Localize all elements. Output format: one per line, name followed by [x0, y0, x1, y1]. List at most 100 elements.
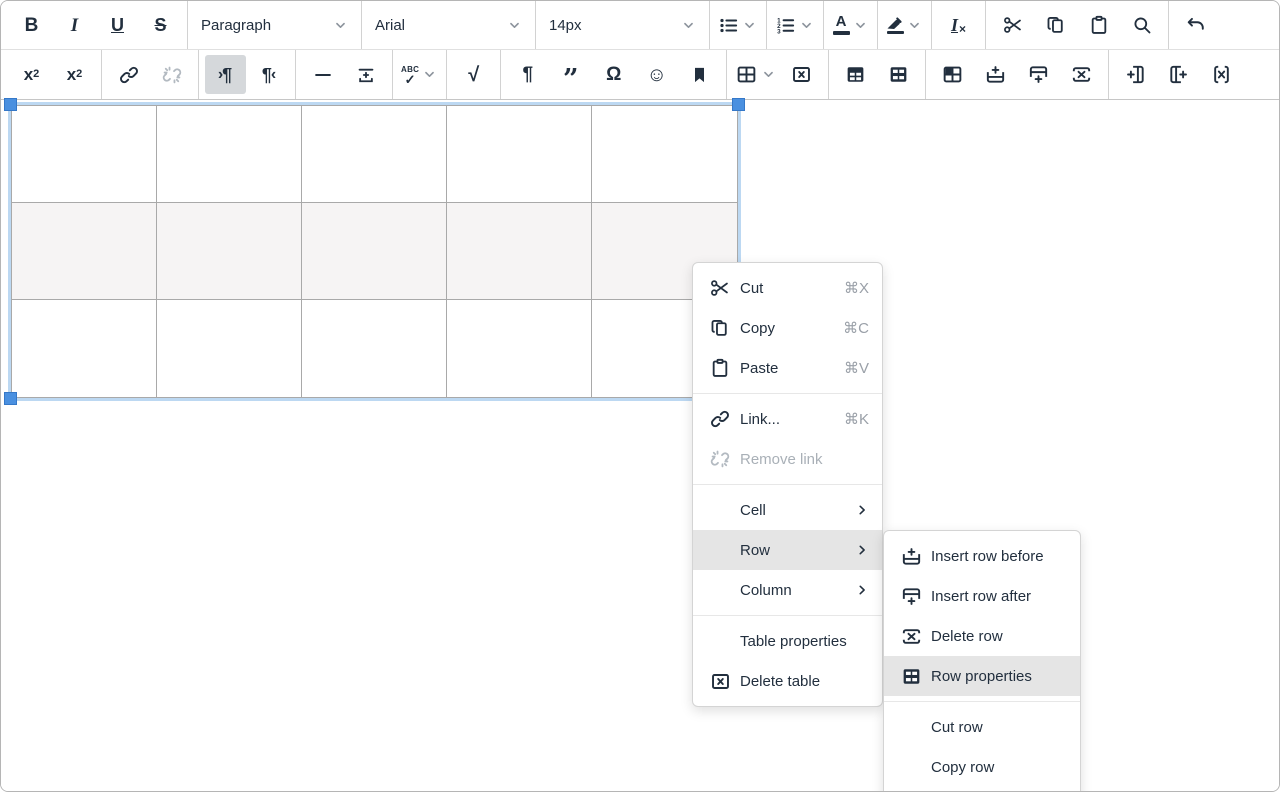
anchor-button[interactable] — [679, 55, 720, 94]
cut-menu-item[interactable]: Cut⌘X — [693, 268, 882, 308]
special-character-button[interactable]: Ω — [593, 55, 634, 94]
emoji-button[interactable]: ☺ — [636, 55, 677, 94]
table-row-properties-button[interactable] — [878, 55, 919, 94]
font-size-value: 14px — [549, 17, 582, 34]
copy-row-menu-item[interactable]: Copy row — [884, 747, 1080, 787]
font-size-select[interactable]: 14px — [541, 6, 704, 45]
menu-item-shortcut: ⌘V — [844, 359, 869, 377]
cut-row-menu-item[interactable]: Cut row — [884, 707, 1080, 747]
delete-row-menu-item[interactable]: Delete row — [884, 616, 1080, 656]
delete-row-button[interactable] — [1061, 55, 1102, 94]
menu-separator — [884, 701, 1080, 702]
block-format-value: Paragraph — [201, 17, 271, 34]
bullet-list-button[interactable] — [716, 6, 760, 45]
horizontal-rule-button[interactable] — [302, 55, 343, 94]
toolbar-group — [102, 50, 198, 99]
delete-table-button[interactable] — [781, 55, 822, 94]
chevron-down-icon — [681, 18, 696, 33]
insert-column-before-button[interactable] — [1115, 55, 1156, 94]
ltr-direction-button[interactable]: ›¶ — [205, 55, 246, 94]
table-cell-properties-button[interactable] — [932, 55, 973, 94]
spellcheck-button[interactable]: ABC✓ — [399, 55, 440, 94]
blockquote-button[interactable]: ” — [550, 55, 591, 94]
emoji-icon: ☺ — [647, 65, 667, 85]
table-cell[interactable] — [447, 300, 592, 397]
insert-table-button[interactable] — [733, 55, 779, 94]
table-cell[interactable] — [302, 106, 447, 203]
insert-column-after-button[interactable] — [1158, 55, 1199, 94]
paste-menu-item[interactable]: Paste⌘V — [693, 348, 882, 388]
table-resize-handle[interactable] — [4, 392, 17, 405]
paste-row-before-menu-item[interactable]: Paste row before — [884, 787, 1080, 792]
insert-col-after-icon — [1167, 63, 1190, 86]
insert-link-button[interactable] — [108, 55, 149, 94]
row-menu-item[interactable]: Row — [693, 530, 882, 570]
menu-item-icon-slot — [708, 357, 732, 379]
menu-item-label: Cut row — [931, 719, 1067, 736]
cut-button[interactable] — [992, 6, 1033, 45]
toolbar-group: A — [824, 1, 877, 49]
menu-item-shortcut: ⌘K — [844, 410, 869, 428]
table-cell[interactable] — [12, 300, 157, 397]
formula-button[interactable]: √ — [453, 55, 494, 94]
delete-column-button[interactable] — [1201, 55, 1242, 94]
rtl-direction-button[interactable]: ¶‹ — [248, 55, 289, 94]
table-cell[interactable] — [447, 203, 592, 300]
superscript-button[interactable]: x2 — [11, 55, 52, 94]
highlight-color-button[interactable] — [884, 6, 925, 45]
toolbar-row-1: BIUS Paragraph Arial 14px 123 A I× — [1, 1, 1279, 50]
italic-button[interactable]: I — [54, 6, 95, 45]
cell-menu-item[interactable]: Cell — [693, 490, 882, 530]
paragraph-marks-button[interactable]: ¶ — [507, 55, 548, 94]
link-menu-item[interactable]: Link...⌘K — [693, 399, 882, 439]
table-resize-handle[interactable] — [4, 98, 17, 111]
paste-button[interactable] — [1078, 6, 1119, 45]
insert-row-before-button[interactable] — [975, 55, 1016, 94]
link-icon — [709, 408, 731, 430]
table-cell[interactable] — [447, 106, 592, 203]
table-cell[interactable] — [12, 106, 157, 203]
insert-row-after-menu-item[interactable]: Insert row after — [884, 576, 1080, 616]
insert-row-after-button[interactable] — [1018, 55, 1059, 94]
hr-icon — [312, 64, 334, 86]
toolbar-group: ›¶¶‹ — [199, 50, 295, 99]
inserted-table[interactable] — [11, 105, 738, 398]
editor-canvas[interactable]: Cut⌘XCopy⌘CPaste⌘V Link...⌘KRemove link Ce… — [1, 100, 1279, 791]
underline-button[interactable]: U — [97, 6, 138, 45]
table-cell[interactable] — [302, 203, 447, 300]
table-cell[interactable] — [157, 106, 302, 203]
row-properties-menu-item[interactable]: Row properties — [884, 656, 1080, 696]
insert-row-before-menu-item[interactable]: Insert row before — [884, 536, 1080, 576]
clear-formatting-button[interactable]: I× — [938, 6, 979, 45]
column-menu-item[interactable]: Column — [693, 570, 882, 610]
text-color-button[interactable]: A — [830, 6, 871, 45]
search-button[interactable] — [1121, 6, 1162, 45]
table-cell[interactable] — [302, 300, 447, 397]
submenu-caret-icon — [855, 543, 869, 557]
strikethrough-icon: S — [154, 16, 166, 34]
table-properties-button[interactable] — [835, 55, 876, 94]
table-cell[interactable] — [157, 300, 302, 397]
remove-link-menu-item[interactable]: Remove link — [693, 439, 882, 479]
numbered-list-button[interactable]: 123 — [773, 6, 817, 45]
copy-menu-item[interactable]: Copy⌘C — [693, 308, 882, 348]
undo-button[interactable] — [1175, 6, 1216, 45]
nonbreaking-space-button[interactable] — [345, 55, 386, 94]
bold-button[interactable]: B — [11, 6, 52, 45]
font-family-select[interactable]: Arial — [367, 6, 530, 45]
table-cell[interactable] — [157, 203, 302, 300]
paste-icon — [709, 357, 731, 379]
numbered-list-icon: 123 — [775, 15, 796, 36]
toolbar-group: 14px — [536, 1, 709, 49]
remove-link-button[interactable] — [151, 55, 192, 94]
subscript-button[interactable]: x2 — [54, 55, 95, 94]
strikethrough-button[interactable]: S — [140, 6, 181, 45]
table-resize-handle[interactable] — [732, 98, 745, 111]
table-cell[interactable] — [592, 106, 737, 203]
copy-button[interactable] — [1035, 6, 1076, 45]
block-format-select[interactable]: Paragraph — [193, 6, 356, 45]
table-properties-menu-item[interactable]: Table properties — [693, 621, 882, 661]
delete-table-menu-item[interactable]: Delete table — [693, 661, 882, 701]
insert-col-before-icon — [1124, 63, 1147, 86]
table-cell[interactable] — [12, 203, 157, 300]
